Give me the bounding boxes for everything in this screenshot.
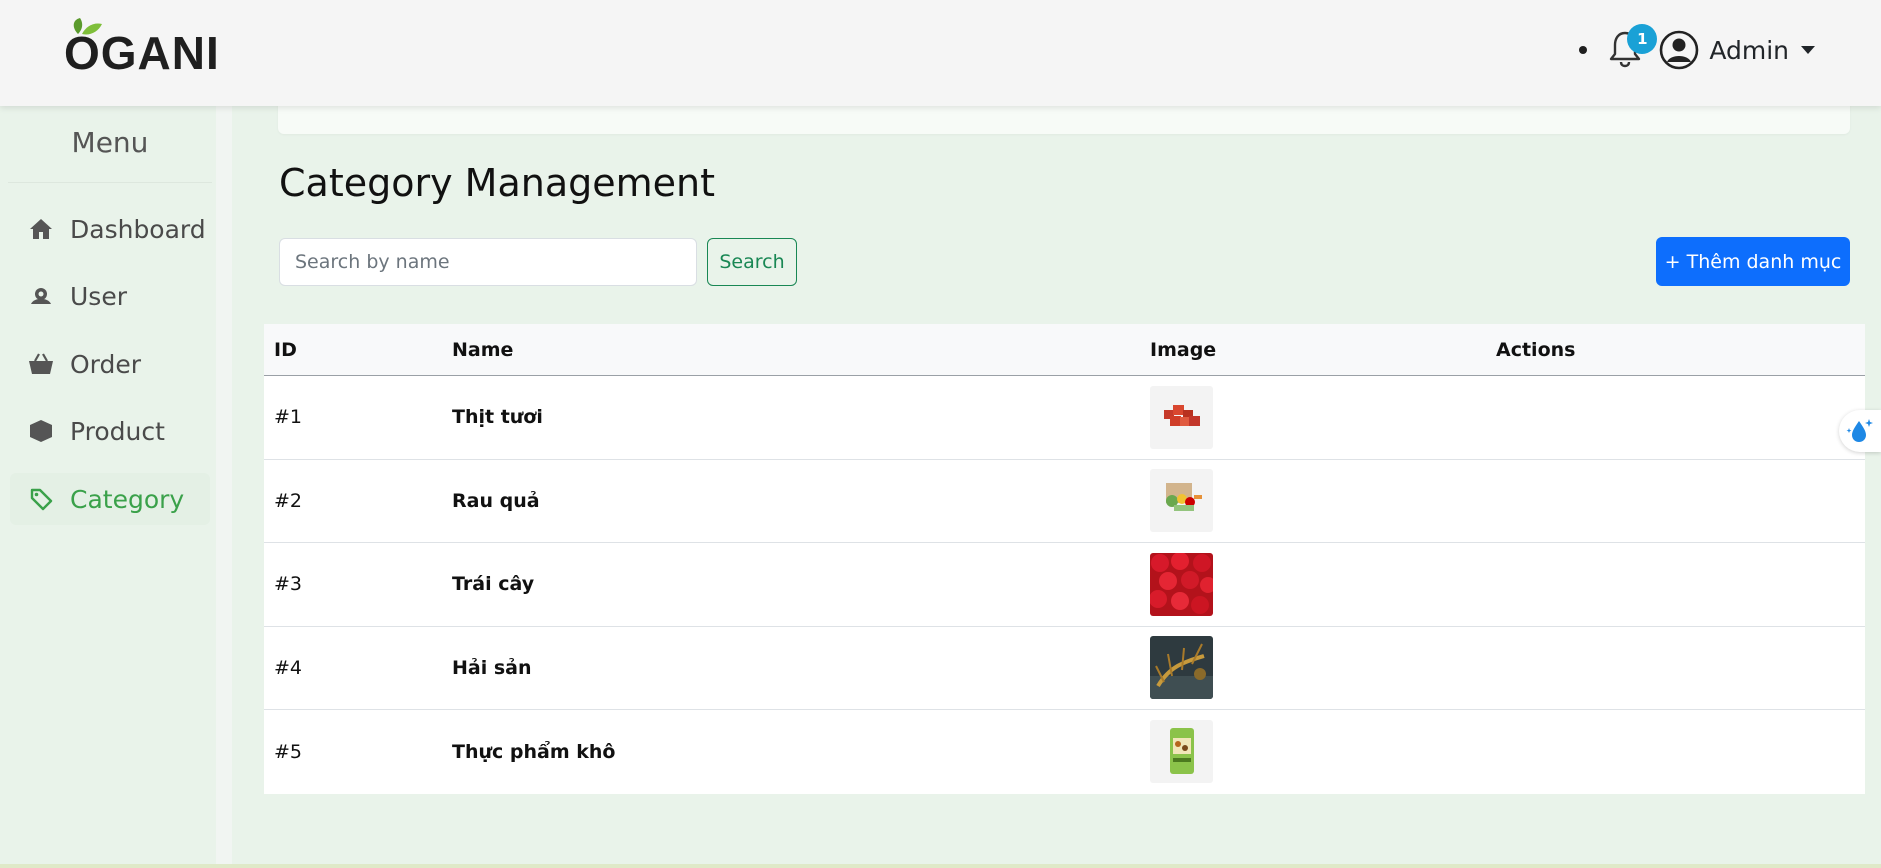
table-row: #1 Thịt tươi bbox=[264, 376, 1865, 460]
user-icon bbox=[28, 283, 54, 309]
sidebar-item-user[interactable]: User bbox=[10, 270, 210, 322]
user-menu-dropdown[interactable]: Admin bbox=[1659, 30, 1815, 70]
row-image-cell bbox=[1140, 636, 1486, 700]
category-table: ID Name Image Actions #1 Thịt tươi #2 Ra… bbox=[264, 324, 1865, 794]
basket-icon bbox=[28, 351, 54, 377]
search-input[interactable] bbox=[279, 238, 697, 286]
sidebar-item-order[interactable]: Order bbox=[10, 338, 210, 390]
row-id: #5 bbox=[274, 740, 303, 763]
sidebar-item-label: Product bbox=[70, 416, 165, 446]
column-header-image: Image bbox=[1150, 338, 1217, 361]
floating-assistant-button[interactable] bbox=[1839, 410, 1881, 452]
box-icon bbox=[28, 418, 54, 444]
home-icon bbox=[28, 216, 54, 242]
sidebar-item-product[interactable]: Product bbox=[10, 405, 210, 457]
row-image-cell bbox=[1140, 385, 1486, 449]
page-title: Category Management bbox=[279, 161, 715, 205]
row-name: Rau quả bbox=[452, 489, 540, 512]
table-row: #5 Thực phẩm khô bbox=[264, 710, 1865, 794]
row-id: #1 bbox=[274, 406, 303, 429]
row-image-cell bbox=[1140, 720, 1486, 784]
sidebar-item-label: Order bbox=[70, 349, 142, 379]
sidebar-title: Menu bbox=[71, 126, 149, 159]
vegetable-box-image bbox=[1150, 469, 1213, 533]
table-row: #4 Hải sản bbox=[264, 626, 1865, 710]
notification-button[interactable]: 1 bbox=[1609, 24, 1658, 70]
sidebar-item-label: Dashboard bbox=[70, 214, 206, 244]
search-button[interactable]: Search bbox=[707, 238, 797, 286]
row-name: Hải sản bbox=[452, 656, 532, 679]
sidebar-item-category[interactable]: Category bbox=[10, 473, 210, 525]
lobster-image bbox=[1150, 636, 1213, 700]
top-header: OGANI 1 Admin bbox=[0, 0, 1881, 106]
user-name-label: Admin bbox=[1709, 35, 1789, 65]
row-name: Thực phẩm khô bbox=[452, 740, 616, 763]
sidebar-divider bbox=[8, 182, 212, 183]
row-image-cell bbox=[1140, 469, 1486, 533]
meat-cubes-image bbox=[1150, 385, 1213, 449]
dry-food-pack-image bbox=[1150, 720, 1213, 784]
chevron-down-icon bbox=[1801, 46, 1815, 54]
row-name: Thịt tươi bbox=[452, 406, 543, 429]
row-id: #3 bbox=[274, 573, 303, 596]
leaf-icon bbox=[73, 18, 102, 35]
table-header: ID Name Image Actions bbox=[264, 324, 1865, 376]
notification-badge: 1 bbox=[1627, 24, 1658, 54]
tag-icon bbox=[28, 486, 54, 512]
add-category-button[interactable]: + Thêm danh mục bbox=[1656, 237, 1850, 286]
table-row: #3 Trái cây bbox=[264, 543, 1865, 627]
bottom-strip bbox=[0, 864, 1881, 868]
user-avatar-icon bbox=[1660, 30, 1699, 70]
header-actions: 1 Admin bbox=[1579, 24, 1815, 76]
sidebar: Menu Dashboard User Order Product Catego… bbox=[0, 106, 232, 868]
main-content: Category Management Search + Thêm danh m… bbox=[248, 92, 1881, 868]
strawberries-image bbox=[1150, 552, 1213, 616]
table-row: #2 Rau quả bbox=[264, 459, 1865, 543]
row-image-cell bbox=[1140, 552, 1486, 616]
ogani-logo[interactable]: OGANI bbox=[64, 18, 220, 78]
sidebar-item-label: User bbox=[70, 281, 127, 311]
sidebar-item-dashboard[interactable]: Dashboard bbox=[10, 203, 210, 255]
column-header-actions: Actions bbox=[1496, 338, 1576, 361]
column-header-id: ID bbox=[274, 338, 297, 361]
row-name: Trái cây bbox=[452, 573, 535, 596]
column-header-name: Name bbox=[452, 338, 514, 361]
water-drop-sparkle-icon bbox=[1846, 419, 1873, 442]
status-dot bbox=[1579, 46, 1588, 54]
sidebar-item-label: Category bbox=[70, 484, 185, 514]
row-id: #4 bbox=[274, 656, 303, 679]
row-id: #2 bbox=[274, 489, 303, 512]
